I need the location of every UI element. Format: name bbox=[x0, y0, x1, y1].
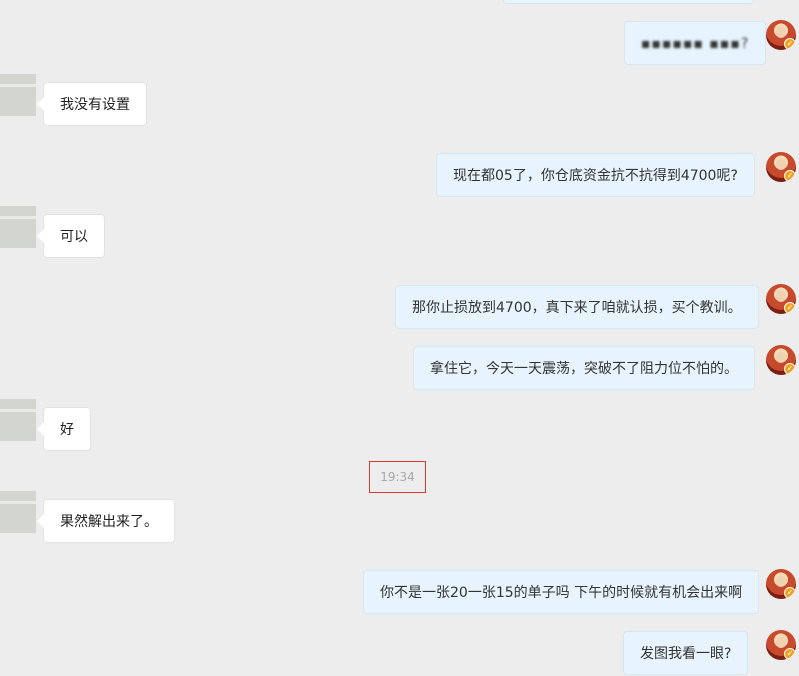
user-avatar[interactable]: ✓ bbox=[766, 284, 796, 314]
message-text: 我没有设置 bbox=[60, 97, 130, 113]
avatar-stripe bbox=[0, 409, 36, 412]
avatar-stripe bbox=[0, 501, 36, 504]
message-bubble-outgoing[interactable]: 发图我看一眼? bbox=[623, 631, 749, 675]
verified-badge-icon: ✓ bbox=[784, 587, 796, 599]
user-avatar[interactable]: ✓ bbox=[766, 630, 796, 660]
message-bubble-outgoing[interactable]: 现在都05了，你仓底资金抗不抗得到4700呢? bbox=[436, 153, 755, 197]
message-text: 拿住它，今天一天震荡，突破不了阻力位不怕的。 bbox=[430, 361, 738, 377]
message-bubble-outgoing[interactable]: 你不是一张20一张15的单子吗 下午的时候就有机会出来啊 bbox=[363, 570, 760, 614]
message-text: ▪▪▪▪▪▪ ▪▪▪? bbox=[641, 36, 750, 52]
message-bubble-outgoing[interactable]: 拿住它，今天一天震荡，突破不了阻力位不怕的。 bbox=[413, 346, 755, 390]
avatar-face bbox=[776, 352, 786, 363]
contact-avatar[interactable] bbox=[0, 206, 36, 248]
message-text: 好 bbox=[60, 422, 74, 438]
verified-badge-icon: ✓ bbox=[784, 363, 796, 375]
message-text: 发图我看一眼? bbox=[640, 646, 732, 662]
message-text: 果然解出来了。 bbox=[60, 514, 158, 530]
avatar-stripe bbox=[0, 216, 36, 219]
verified-badge-icon: ✓ bbox=[784, 648, 796, 660]
avatar-face bbox=[776, 576, 786, 587]
message-text: 那你止损放到4700，真下来了咱就认损，买个教训。 bbox=[412, 300, 742, 316]
user-avatar[interactable]: ✓ bbox=[766, 569, 796, 599]
avatar-face bbox=[776, 637, 786, 648]
avatar-face bbox=[776, 27, 786, 38]
contact-avatar[interactable] bbox=[0, 74, 36, 116]
avatar-stripe bbox=[0, 84, 36, 87]
contact-avatar[interactable] bbox=[0, 491, 36, 533]
message-bubble-partial bbox=[503, 0, 754, 4]
message-timestamp: 19:34 bbox=[369, 461, 426, 493]
verified-badge-icon: ✓ bbox=[784, 170, 796, 182]
message-text: 现在都05了，你仓底资金抗不抗得到4700呢? bbox=[453, 168, 738, 184]
user-avatar[interactable]: ✓ bbox=[766, 152, 796, 182]
message-bubble-incoming[interactable]: 可以 bbox=[37, 214, 105, 258]
message-bubble-incoming[interactable]: 好 bbox=[37, 407, 91, 451]
user-avatar[interactable]: ✓ bbox=[766, 20, 796, 50]
message-bubble-outgoing[interactable]: ▪▪▪▪▪▪ ▪▪▪? bbox=[624, 21, 767, 65]
verified-badge-icon: ✓ bbox=[784, 302, 796, 314]
message-text: 可以 bbox=[60, 229, 88, 245]
message-text: 你不是一张20一张15的单子吗 下午的时候就有机会出来啊 bbox=[380, 585, 743, 601]
message-bubble-incoming[interactable]: 果然解出来了。 bbox=[37, 499, 175, 543]
user-avatar[interactable]: ✓ bbox=[766, 345, 796, 375]
avatar-face bbox=[776, 291, 786, 302]
message-bubble-outgoing[interactable]: 那你止损放到4700，真下来了咱就认损，买个教训。 bbox=[395, 285, 759, 329]
message-bubble-incoming[interactable]: 我没有设置 bbox=[37, 82, 147, 126]
avatar-face bbox=[776, 159, 786, 170]
verified-badge-icon: ✓ bbox=[784, 38, 796, 50]
contact-avatar[interactable] bbox=[0, 399, 36, 441]
